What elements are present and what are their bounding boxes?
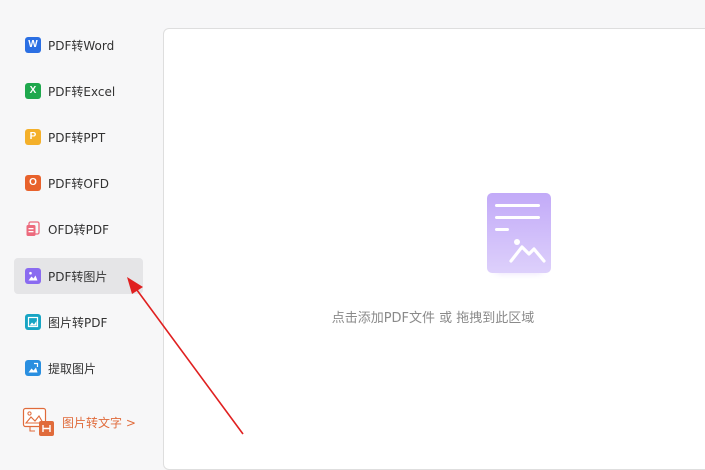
sidebar-item-label: PDF转OFD bbox=[48, 176, 109, 191]
ppt-icon: P bbox=[25, 129, 41, 145]
ofd-icon: O bbox=[25, 175, 41, 191]
sidebar-item-label: 图片转PDF bbox=[48, 315, 108, 330]
extract-image-icon bbox=[25, 360, 41, 376]
document-image-icon bbox=[487, 193, 551, 273]
sidebar-item-pdf-to-word[interactable]: W PDF转Word bbox=[14, 27, 143, 63]
sidebar: W PDF转Word X PDF转Excel P PDF转PPT O PDF转O… bbox=[0, 0, 163, 457]
sidebar-item-image-to-pdf[interactable]: 图片转PDF bbox=[14, 304, 143, 340]
excel-icon: X bbox=[25, 83, 41, 99]
pdf-to-image-icon bbox=[25, 268, 41, 284]
sidebar-item-ofd-to-pdf[interactable]: OFD转PDF bbox=[14, 211, 143, 247]
sidebar-item-pdf-to-ppt[interactable]: P PDF转PPT bbox=[14, 119, 143, 155]
image-to-pdf-icon bbox=[25, 314, 41, 330]
sidebar-item-pdf-to-excel[interactable]: X PDF转Excel bbox=[14, 73, 143, 109]
image-to-text-link[interactable]: 图片转文字 > bbox=[22, 406, 136, 438]
sidebar-item-label: PDF转PPT bbox=[48, 130, 106, 145]
file-drop-zone[interactable]: 点击添加PDF文件 或 拖拽到此区域 bbox=[163, 28, 705, 470]
ocr-icon bbox=[22, 407, 56, 437]
sidebar-item-label: PDF转Word bbox=[48, 38, 115, 53]
sidebar-item-label: PDF转图片 bbox=[48, 269, 108, 284]
pdf-icon bbox=[25, 221, 41, 237]
sidebar-item-pdf-to-ofd[interactable]: O PDF转OFD bbox=[14, 165, 143, 201]
sidebar-item-label: PDF转Excel bbox=[48, 84, 116, 99]
word-icon: W bbox=[25, 37, 41, 53]
drop-hint-text: 点击添加PDF文件 或 拖拽到此区域 bbox=[331, 311, 535, 326]
sidebar-item-extract-image[interactable]: 提取图片 bbox=[14, 350, 143, 386]
sidebar-item-label: OFD转PDF bbox=[48, 222, 109, 237]
sidebar-item-pdf-to-image[interactable]: PDF转图片 bbox=[14, 258, 143, 294]
sidebar-item-label: 提取图片 bbox=[48, 361, 97, 376]
image-to-text-label: 图片转文字 > bbox=[62, 415, 136, 430]
